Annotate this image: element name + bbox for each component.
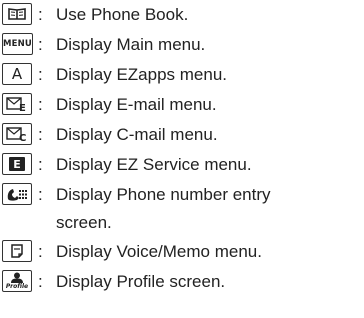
separator: : xyxy=(38,65,43,84)
separator: : xyxy=(38,125,43,144)
list-item: E : Display EZ Service menu. xyxy=(0,150,364,180)
separator: : xyxy=(38,185,43,204)
list-item: C : Display C-mail menu. xyxy=(0,120,364,150)
list-item: E : Display E-mail menu. xyxy=(0,90,364,120)
list-item: : Display Phone number entry screen. xyxy=(0,180,364,238)
list-item: A : Display EZapps menu. xyxy=(0,60,364,90)
profile-key-icon: Profile xyxy=(2,270,32,292)
email-key-icon: E xyxy=(2,93,32,115)
call-key-icon xyxy=(2,183,32,205)
item-description: Display C-mail menu. xyxy=(56,125,218,144)
svg-text:C: C xyxy=(19,133,26,142)
item-description: Display Main menu. xyxy=(56,35,206,54)
separator: : xyxy=(38,5,43,24)
profile-key-label: Profile xyxy=(5,283,29,290)
item-description: Display EZ Service menu. xyxy=(56,155,252,174)
ezapps-key-icon: A xyxy=(2,63,32,85)
item-description: Display E-mail menu. xyxy=(56,95,217,114)
item-description: Display Phone number entry xyxy=(56,185,271,204)
cmail-key-icon: C xyxy=(2,123,32,145)
separator: : xyxy=(38,272,43,291)
phone-book-key-icon xyxy=(2,3,32,25)
item-description: Display Voice/Memo menu. xyxy=(56,242,262,261)
ez-service-key-label: E xyxy=(9,157,25,171)
list-item: Profile : Display Profile screen. xyxy=(0,267,364,297)
separator: : xyxy=(38,242,43,261)
separator: : xyxy=(38,35,43,54)
menu-key-icon: MENU xyxy=(2,33,33,55)
item-description: Display EZapps menu. xyxy=(56,65,228,84)
separator: : xyxy=(38,155,43,174)
list-item: MENU : Display Main menu. xyxy=(0,30,364,60)
item-description-continued: screen. xyxy=(56,213,112,232)
voice-memo-key-icon xyxy=(2,240,32,262)
list-item: : Display Voice/Memo menu. xyxy=(0,237,364,267)
item-description: Display Profile screen. xyxy=(56,272,226,291)
ez-service-key-icon: E xyxy=(2,153,32,175)
key-function-list: : Use Phone Book. MENU : Display Main me… xyxy=(0,0,364,318)
svg-text:E: E xyxy=(19,103,26,112)
item-description: Use Phone Book. xyxy=(56,5,189,24)
list-item: : Use Phone Book. xyxy=(0,0,364,30)
separator: : xyxy=(38,95,43,114)
